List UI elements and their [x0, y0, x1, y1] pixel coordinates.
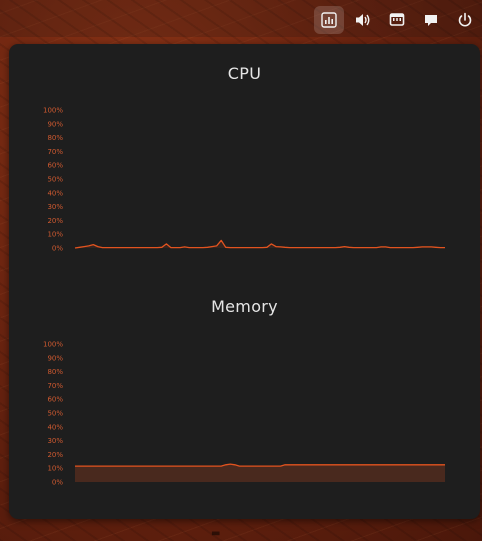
cpu-y-tick-label: 50%	[47, 176, 63, 184]
memory-y-tick-label: 60%	[47, 396, 63, 404]
network-icon	[389, 13, 405, 26]
cpu-chart: 100% 90% 80% 70% 60% 50% 40% 30% 20% 10% 0%	[43, 107, 445, 253]
memory-y-tick-label: 20%	[47, 451, 63, 459]
cpu-y-tick-label: 90%	[47, 120, 63, 128]
cpu-y-tick-label: 70%	[47, 148, 63, 156]
cpu-chart-title: CPU	[227, 64, 262, 83]
chat-icon	[425, 15, 437, 26]
system-monitor-icon	[321, 12, 337, 28]
memory-y-tick-label: 0%	[52, 479, 63, 487]
memory-y-tick-label: 40%	[47, 423, 63, 431]
cpu-y-tick-label: 80%	[47, 134, 63, 142]
power-icon	[458, 12, 472, 27]
power-indicator[interactable]	[450, 6, 480, 34]
memory-y-tick-label: 50%	[47, 410, 63, 418]
memory-y-tick-label: 70%	[47, 382, 63, 390]
cpu-y-tick-label: 40%	[47, 189, 63, 197]
memory-y-tick-label: 80%	[47, 368, 63, 376]
memory-y-tick-label: 100%	[43, 341, 63, 349]
top-bar	[0, 0, 482, 37]
cpu-y-tick-label: 0%	[52, 245, 63, 253]
cpu-y-tick-label: 60%	[47, 162, 63, 170]
cpu-y-tick-label: 20%	[47, 217, 63, 225]
cpu-y-tick-label: 100%	[43, 107, 63, 115]
memory-chart: 100% 90% 80% 70% 60% 50% 40% 30% 20% 10% 0%	[43, 341, 445, 487]
network-indicator[interactable]	[382, 6, 412, 34]
memory-usage-area	[75, 464, 445, 482]
system-monitor-indicator[interactable]	[314, 6, 344, 34]
memory-y-tick-label: 10%	[47, 465, 63, 473]
cpu-y-tick-label: 30%	[47, 203, 63, 211]
volume-indicator[interactable]	[348, 6, 378, 34]
volume-icon	[356, 14, 370, 26]
chat-indicator[interactable]	[416, 6, 446, 34]
drag-handle-icon: ▬	[211, 528, 221, 539]
memory-y-tick-label: 90%	[47, 354, 63, 362]
cpu-usage-line	[74, 239, 445, 249]
system-monitor-popover: CPU 100% 90% 80% 70% 60% 50% 40% 30% 20% 10% 0% Me…	[9, 44, 480, 519]
cpu-y-tick-label: 10%	[47, 231, 63, 239]
memory-y-tick-label: 30%	[47, 437, 63, 445]
memory-chart-title: Memory	[211, 297, 278, 316]
